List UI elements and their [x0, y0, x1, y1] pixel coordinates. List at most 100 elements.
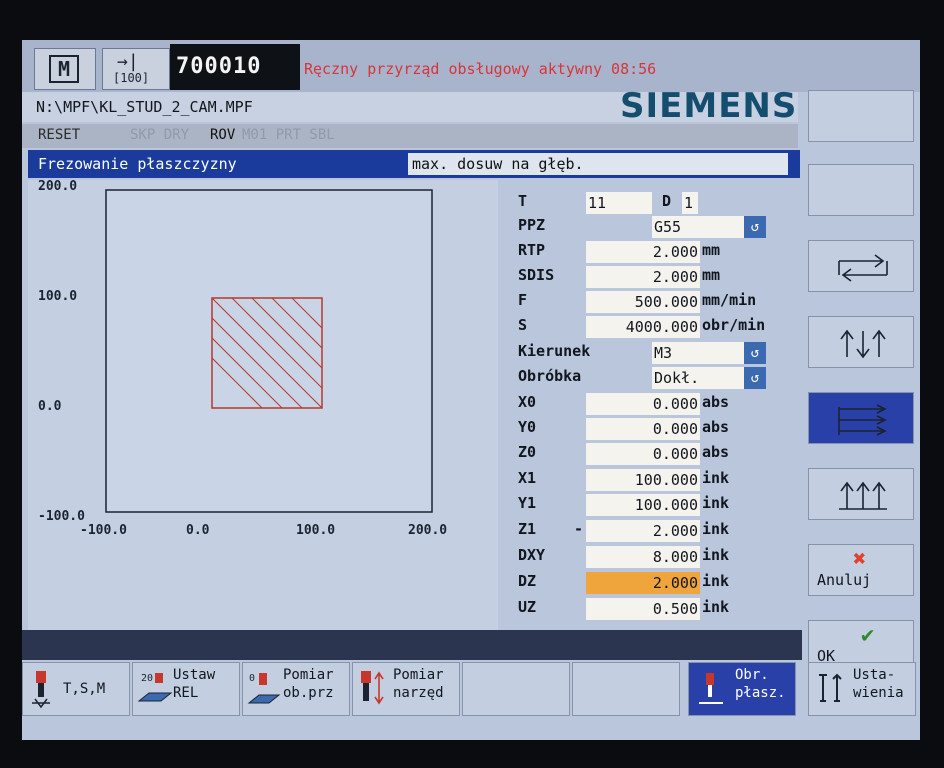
workpiece-frame — [105, 189, 433, 513]
softkey-set-rel[interactable]: 20 Ustaw REL — [132, 662, 240, 716]
channel-value: [100] — [113, 71, 150, 85]
param-label-x0: X0 — [518, 393, 537, 411]
softkey-direction-up[interactable] — [808, 468, 914, 520]
param-label-z1: Z1 — [518, 520, 537, 538]
set-label-1: Ustaw — [173, 667, 216, 683]
face-milling-label-1: Obr. — [735, 667, 769, 683]
z1-field[interactable]: 2.000 — [586, 520, 700, 542]
y0-field[interactable]: 0.000 — [586, 418, 700, 440]
measure-workpiece-icon: 0 — [247, 673, 281, 704]
z1-sign: - — [574, 520, 584, 538]
param-label-uz: UZ — [518, 598, 537, 616]
x1-field[interactable]: 100.000 — [586, 469, 700, 491]
spindle-speed-field[interactable]: 4000.000 — [586, 316, 700, 338]
param-label-x1: X1 — [518, 469, 537, 487]
toggle-icon[interactable]: ↺ — [744, 342, 766, 364]
softkey-direction-updown[interactable] — [808, 316, 914, 368]
param-label-z0: Z0 — [518, 443, 537, 461]
y-tick-label: 100.0 — [38, 289, 77, 304]
softkey-direction-parallel[interactable] — [808, 392, 914, 444]
softkey-measure-workpiece[interactable]: 0 Pomiar ob.prz — [242, 662, 350, 716]
softkey-measure-tool[interactable]: Pomiar narzęd — [352, 662, 460, 716]
softkey-settings[interactable]: Usta- wienia — [808, 662, 916, 716]
settings-label-2: wienia — [853, 685, 904, 701]
program-path: N:\MPF\KL_STUD_2_CAM.MPF — [36, 98, 253, 116]
status-flags-inactive: SKP DRY — [130, 127, 190, 143]
work-offset-select[interactable]: G55 — [652, 216, 744, 238]
horizontal-softkey-bar: T,S,M 20 Ustaw REL 0 Pomiar ob.prz Pomia… — [22, 662, 920, 722]
measure-tool-label-1: Pomiar — [393, 667, 444, 683]
machining-select[interactable]: Dokł. — [652, 367, 744, 389]
softkey-direction-alternating[interactable] — [808, 240, 914, 292]
channel-indicator: →| [100] — [102, 48, 170, 90]
x1-unit: ink — [702, 469, 730, 487]
y-tick-label: 0.0 — [38, 399, 62, 414]
y1-field[interactable]: 100.000 — [586, 494, 700, 516]
toggle-icon[interactable]: ↺ — [744, 216, 766, 238]
sdis-unit: mm — [702, 266, 721, 284]
direction-select[interactable]: M3 — [652, 342, 744, 364]
x0-field[interactable]: 0.000 — [586, 393, 700, 415]
settings-label-1: Usta- — [853, 667, 896, 683]
feed-unit: mm/min — [702, 291, 757, 309]
feed-arrow-icon: →| — [117, 51, 139, 72]
mode-letter: M — [49, 55, 79, 83]
softkey-tsm[interactable]: T,S,M — [22, 662, 130, 716]
sdis-field[interactable]: 2.000 — [586, 266, 700, 288]
tsm-label: T,S,M — [63, 681, 106, 697]
dz-unit: ink — [702, 572, 730, 590]
rtp-unit: mm — [702, 241, 721, 259]
parallel-direction-icon — [838, 404, 887, 436]
param-label-y1: Y1 — [518, 494, 537, 512]
uz-unit: ink — [702, 598, 730, 616]
y0-unit: abs — [702, 418, 730, 436]
alarm-message[interactable]: Ręczny przyrząd obsługowy aktywny 08:56 — [304, 60, 656, 78]
softkey-empty-6[interactable] — [572, 662, 680, 716]
tool-spindle-icon — [32, 671, 50, 709]
face-milling-label-2: płasz. — [735, 685, 786, 701]
rtp-field[interactable]: 2.000 — [586, 241, 700, 263]
z0-field[interactable]: 0.000 — [586, 443, 700, 465]
softkey-empty-5[interactable] — [462, 662, 570, 716]
cycle-graphic: 200.0 100.0 0.0 -100.0 -100.0 0.0 100.0 … — [28, 180, 498, 630]
param-label-rtp: RTP — [518, 241, 546, 259]
param-label-d: D — [662, 192, 672, 210]
hmi-screen: M →| [100] 700010 Ręczny przyrząd obsług… — [22, 40, 920, 740]
rov-status: ROV — [210, 127, 236, 143]
y-tick-label: 200.0 — [38, 180, 77, 194]
param-label-machining: Obróbka — [518, 367, 582, 385]
param-label-ppz: PPZ — [518, 216, 546, 234]
dz-field[interactable]: 2.000 — [586, 572, 700, 594]
param-label-t: T — [518, 192, 528, 210]
softkey-right-1[interactable] — [808, 90, 914, 142]
x0-unit: abs — [702, 393, 730, 411]
feed-field[interactable]: 500.000 — [586, 291, 700, 313]
field-hint-box: max. dosuw na głęb. — [408, 153, 788, 175]
ok-check-icon: ✔ — [861, 623, 875, 648]
dxy-field[interactable]: 8.000 — [586, 546, 700, 568]
param-label-direction: Kierunek — [518, 342, 591, 360]
set-rel-icon: 20 — [137, 673, 173, 702]
toggle-icon[interactable]: ↺ — [744, 367, 766, 389]
dxy-unit: ink — [702, 546, 730, 564]
siemens-logo: SIEMENS — [620, 86, 798, 126]
set-label-2: REL — [173, 685, 199, 701]
alternating-direction-icon — [838, 254, 888, 282]
cancel-button[interactable]: ✖ Anuluj — [808, 544, 914, 596]
program-number-box: 700010 — [170, 44, 300, 90]
softkey-face-milling[interactable]: Obr. płasz. — [688, 662, 796, 716]
cutting-edge-field[interactable]: 1 — [682, 192, 698, 214]
param-label-s: S — [518, 316, 528, 334]
z1-unit: ink — [702, 520, 730, 538]
tool-field[interactable]: 11 — [586, 192, 652, 214]
parameter-form: T 11 D 1 PPZ G55 ↺ RTP 2.000 mm SDIS 2.0… — [508, 180, 808, 626]
cancel-x-icon: ✖ — [853, 547, 867, 572]
param-label-dz: DZ — [518, 572, 537, 590]
softkey-right-2[interactable] — [808, 164, 914, 216]
svg-text:20: 20 — [141, 673, 153, 684]
x-tick-label: 0.0 — [186, 523, 210, 538]
program-number: 700010 — [176, 54, 262, 79]
graphic-canvas: 200.0 100.0 0.0 -100.0 -100.0 0.0 100.0 … — [38, 180, 447, 538]
uz-field[interactable]: 0.500 — [586, 598, 700, 620]
svg-text:0: 0 — [249, 673, 255, 684]
